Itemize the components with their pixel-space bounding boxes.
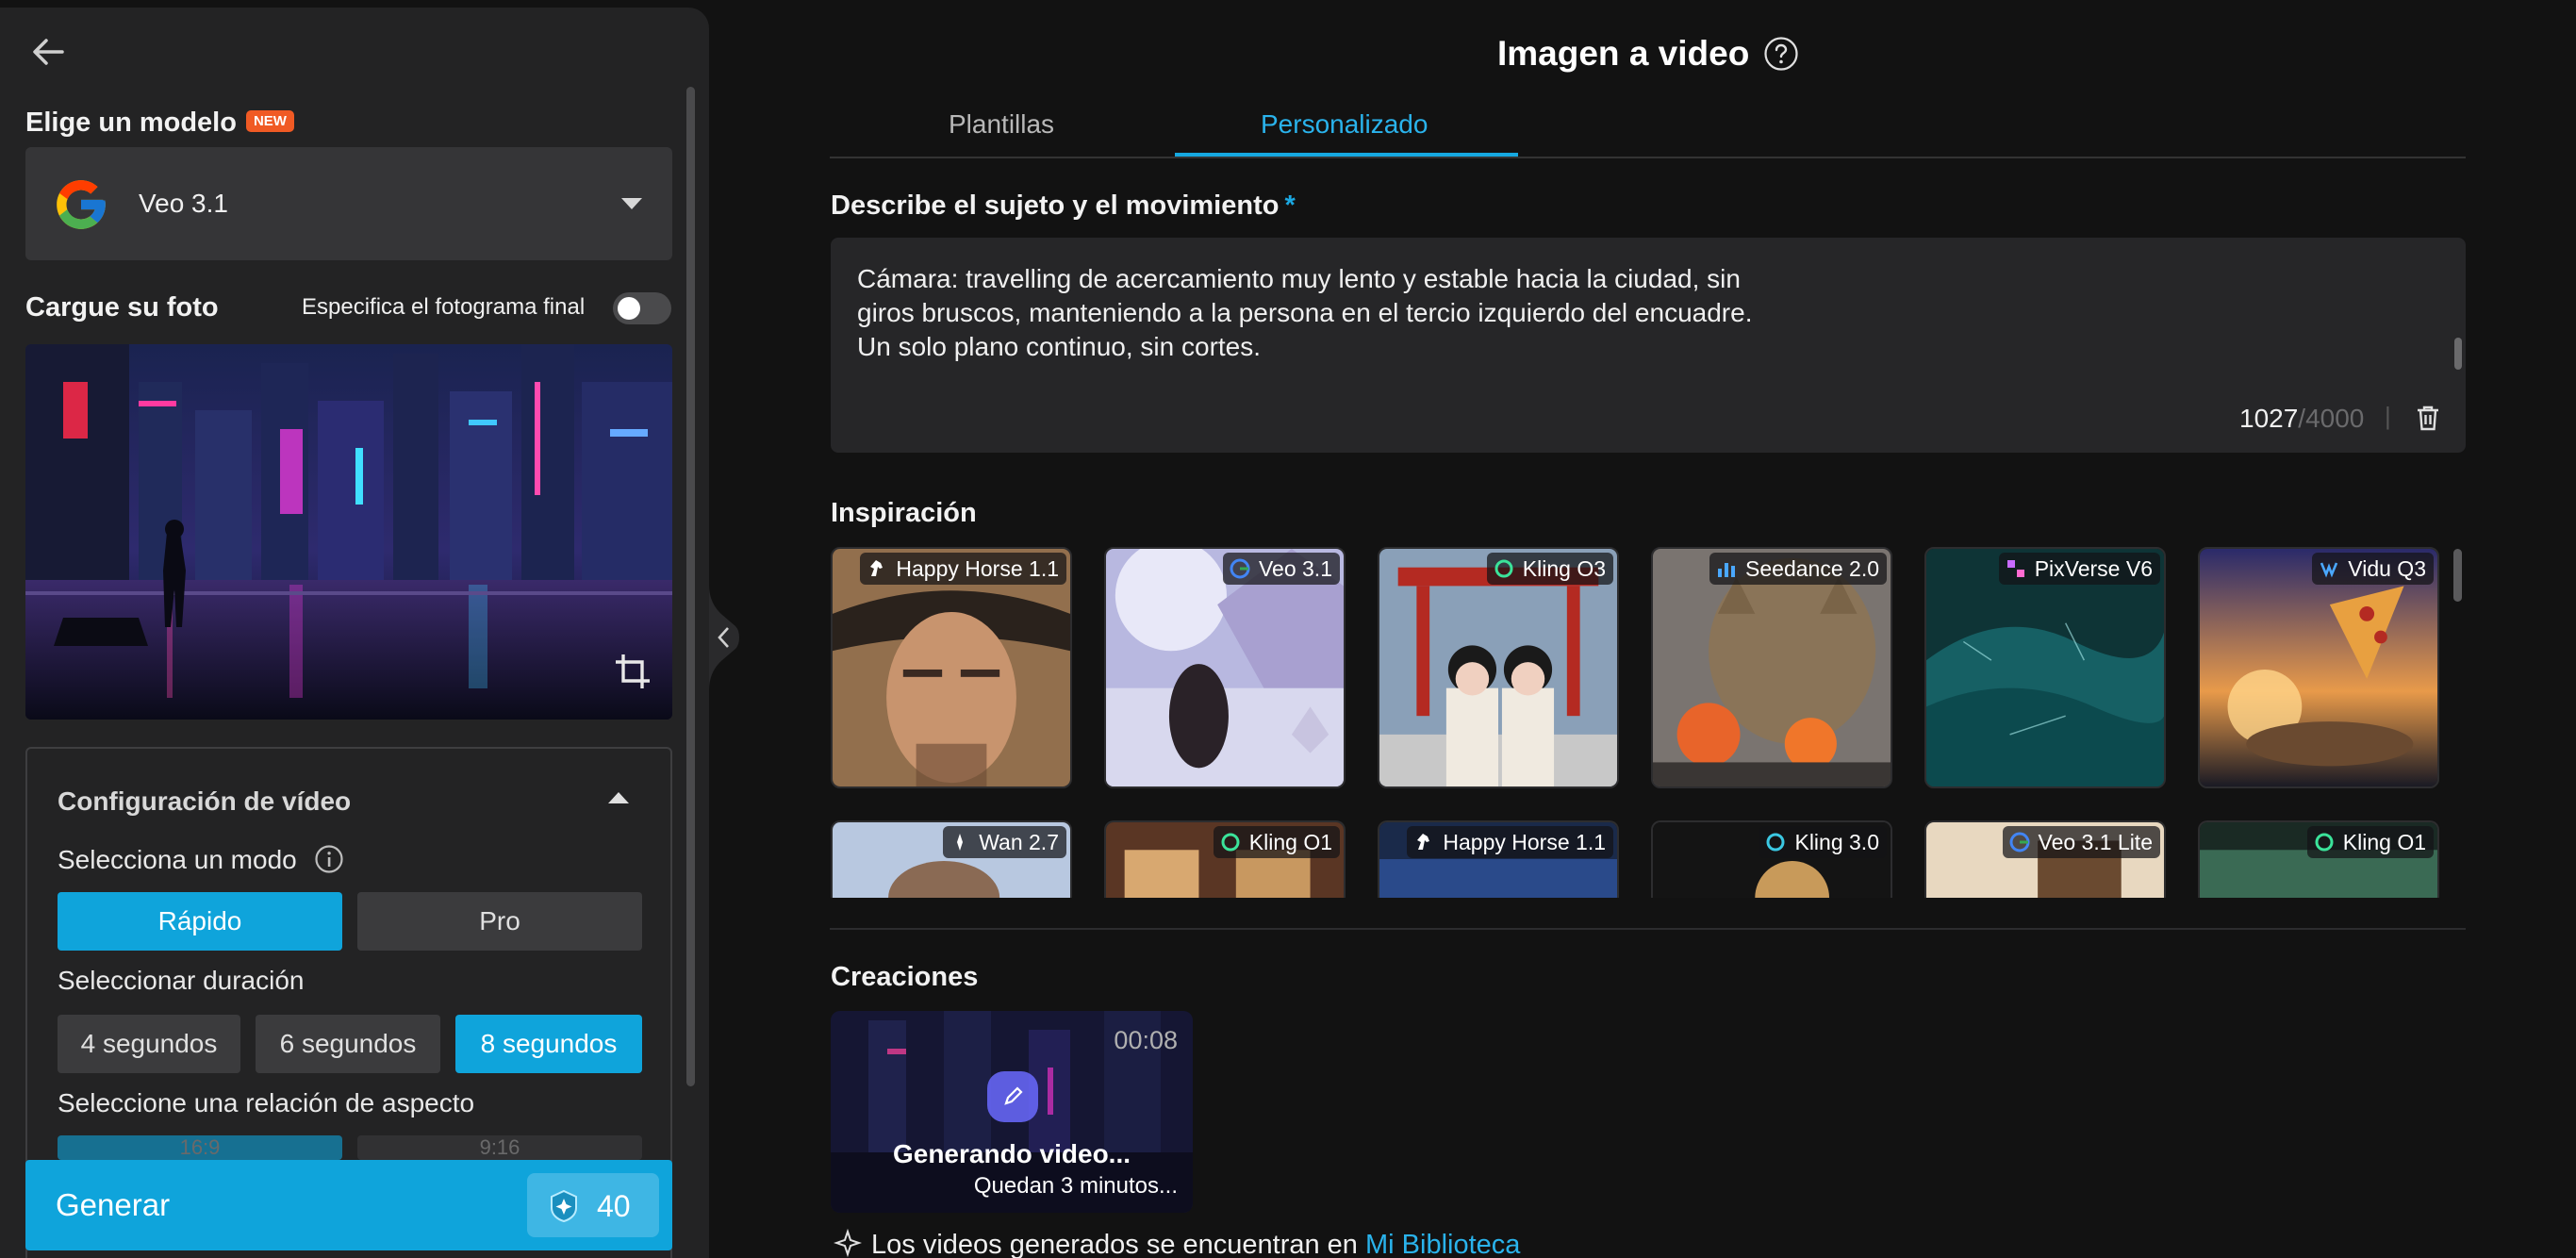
pencil-loading-icon <box>987 1071 1038 1122</box>
chevron-up-icon[interactable] <box>608 792 629 803</box>
creation-card[interactable]: 00:08 Generando video... Quedan 3 minuto… <box>831 1011 1193 1213</box>
kling-icon <box>1494 559 1513 578</box>
final-frame-label: Especifica el fotograma final <box>302 294 586 320</box>
inspiration-card[interactable]: Kling O3 <box>1378 547 1619 788</box>
mode-label: Selecciona un modo <box>58 845 344 877</box>
bars-icon <box>1718 563 1736 577</box>
credit-count: 40 <box>597 1189 631 1223</box>
creations-heading: Creaciones <box>831 962 979 992</box>
inspiration-card[interactable]: PixVerse V6 <box>1924 547 2166 788</box>
model-tag: PixVerse V6 <box>1998 553 2160 585</box>
inspiration-card[interactable]: Kling 3.0 <box>1651 820 1892 898</box>
tab-divider <box>830 157 2466 158</box>
mode-pro-button[interactable]: Pro <box>357 892 642 951</box>
library-note: Los videos generados se encuentran en Mi… <box>834 1229 1520 1258</box>
final-frame-toggle[interactable] <box>613 292 671 324</box>
aspect-label: Seleccione una relación de aspecto <box>58 1088 475 1117</box>
model-tag: Seedance 2.0 <box>1709 553 1887 585</box>
config-title: Configuración de vídeo <box>58 786 352 816</box>
inspiration-heading: Inspiración <box>831 498 977 528</box>
generate-label: Generar <box>56 1187 171 1222</box>
trash-icon[interactable] <box>2415 404 2441 432</box>
tab-plantillas[interactable]: Plantillas <box>949 109 1054 140</box>
inspiration-scrollbar[interactable] <box>2453 549 2462 602</box>
creation-duration: 00:08 <box>1114 1026 1178 1054</box>
settings-panel: Elige un modelo NEW Veo 3.1 Cargue su fot… <box>0 8 709 1258</box>
choose-model-heading: Elige un modelo NEW <box>25 108 294 139</box>
duration-label: Seleccionar duración <box>58 966 305 995</box>
model-tag: Happy Horse 1.1 <box>1407 826 1613 858</box>
tab-personalizado[interactable]: Personalizado <box>1261 109 1428 140</box>
aspect-9-16-button[interactable]: 9:16 <box>357 1135 642 1160</box>
model-tag: Happy Horse 1.1 <box>860 553 1066 585</box>
collapse-panel-button[interactable] <box>709 585 739 690</box>
inspiration-card[interactable]: Veo 3.1 <box>1104 547 1346 788</box>
kling-icon <box>1766 833 1785 852</box>
creation-remaining: Quedan 3 minutos... <box>973 1173 1178 1199</box>
model-tag: Vidu Q3 <box>2312 553 2434 585</box>
model-dropdown[interactable]: Veo 3.1 <box>25 147 672 260</box>
google-icon <box>57 180 106 229</box>
google-icon <box>2009 832 2029 852</box>
chevron-down-icon <box>621 198 642 209</box>
char-counter: 1027/4000 <box>2239 404 2365 433</box>
inspiration-card[interactable]: Kling O1 <box>2198 820 2439 898</box>
counter-separator: | <box>2385 402 2391 430</box>
upload-photo-heading: Cargue su foto <box>25 292 219 323</box>
required-mark: * <box>1284 190 1296 221</box>
kling-icon <box>2315 833 2334 852</box>
panel-scrollbar[interactable] <box>686 87 695 1086</box>
mode-rapido-button[interactable]: Rápido <box>58 892 342 951</box>
new-badge: NEW <box>245 109 294 132</box>
model-tag: Veo 3.1 <box>1222 553 1340 585</box>
describe-label: Describe el sujeto y el movimiento * <box>831 190 1296 221</box>
credit-gem-icon <box>551 1189 577 1223</box>
prompt-text[interactable]: Cámara: travelling de acercamiento muy l… <box>857 262 2385 364</box>
library-link[interactable]: Mi Biblioteca <box>1365 1230 1520 1258</box>
model-tag: Kling O1 <box>1213 826 1340 858</box>
inspiration-card[interactable]: Veo 3.1 Lite <box>1924 820 2166 898</box>
pixverse-icon <box>2006 560 2024 577</box>
sparkle-icon <box>834 1229 862 1258</box>
back-arrow-icon[interactable] <box>28 32 68 72</box>
model-name: Veo 3.1 <box>139 189 228 218</box>
duration-4s-button[interactable]: 4 segundos <box>58 1015 240 1073</box>
active-tab-indicator <box>1175 153 1518 157</box>
info-icon[interactable] <box>314 844 344 874</box>
google-icon <box>1230 558 1250 579</box>
uploaded-photo[interactable] <box>25 344 672 720</box>
inspiration-card[interactable]: Vidu Q3 <box>2198 547 2439 788</box>
crop-icon[interactable] <box>612 651 653 692</box>
inspiration-card[interactable]: Wan 2.7 <box>831 820 1072 898</box>
page-title: Imagen a video <box>1497 34 1750 73</box>
horse-icon <box>870 560 883 576</box>
section-divider <box>830 928 2466 930</box>
inspiration-card[interactable]: Seedance 2.0 <box>1651 547 1892 788</box>
model-tag: Veo 3.1 Lite <box>2002 826 2160 858</box>
prompt-textarea[interactable]: Cámara: travelling de acercamiento muy l… <box>831 238 2466 453</box>
inspiration-card[interactable]: Happy Horse 1.1 <box>1378 820 1619 898</box>
kling-icon <box>1221 833 1240 852</box>
model-tag: Kling O3 <box>1486 553 1613 585</box>
vidu-icon <box>2320 562 2338 578</box>
horse-icon <box>1417 834 1430 850</box>
duration-8s-button[interactable]: 8 segundos <box>455 1015 642 1073</box>
creation-status: Generando video... <box>892 1139 1131 1168</box>
inspiration-card[interactable]: Kling O1 <box>1104 820 1346 898</box>
model-tag: Kling 3.0 <box>1759 826 1887 858</box>
inspiration-card[interactable]: Happy Horse 1.1 <box>831 547 1072 788</box>
aspect-16-9-button[interactable]: 16:9 <box>58 1135 342 1160</box>
prompt-scrollbar[interactable] <box>2454 338 2462 370</box>
help-icon[interactable] <box>1763 36 1799 72</box>
model-tag: Wan 2.7 <box>943 826 1066 858</box>
credits-badge: 40 <box>527 1173 659 1237</box>
wan-icon <box>957 834 964 851</box>
model-tag: Kling O1 <box>2306 826 2434 858</box>
generate-button[interactable]: Generar 40 <box>25 1160 672 1250</box>
cyberpunk-city-image <box>25 344 672 720</box>
duration-6s-button[interactable]: 6 segundos <box>256 1015 440 1073</box>
